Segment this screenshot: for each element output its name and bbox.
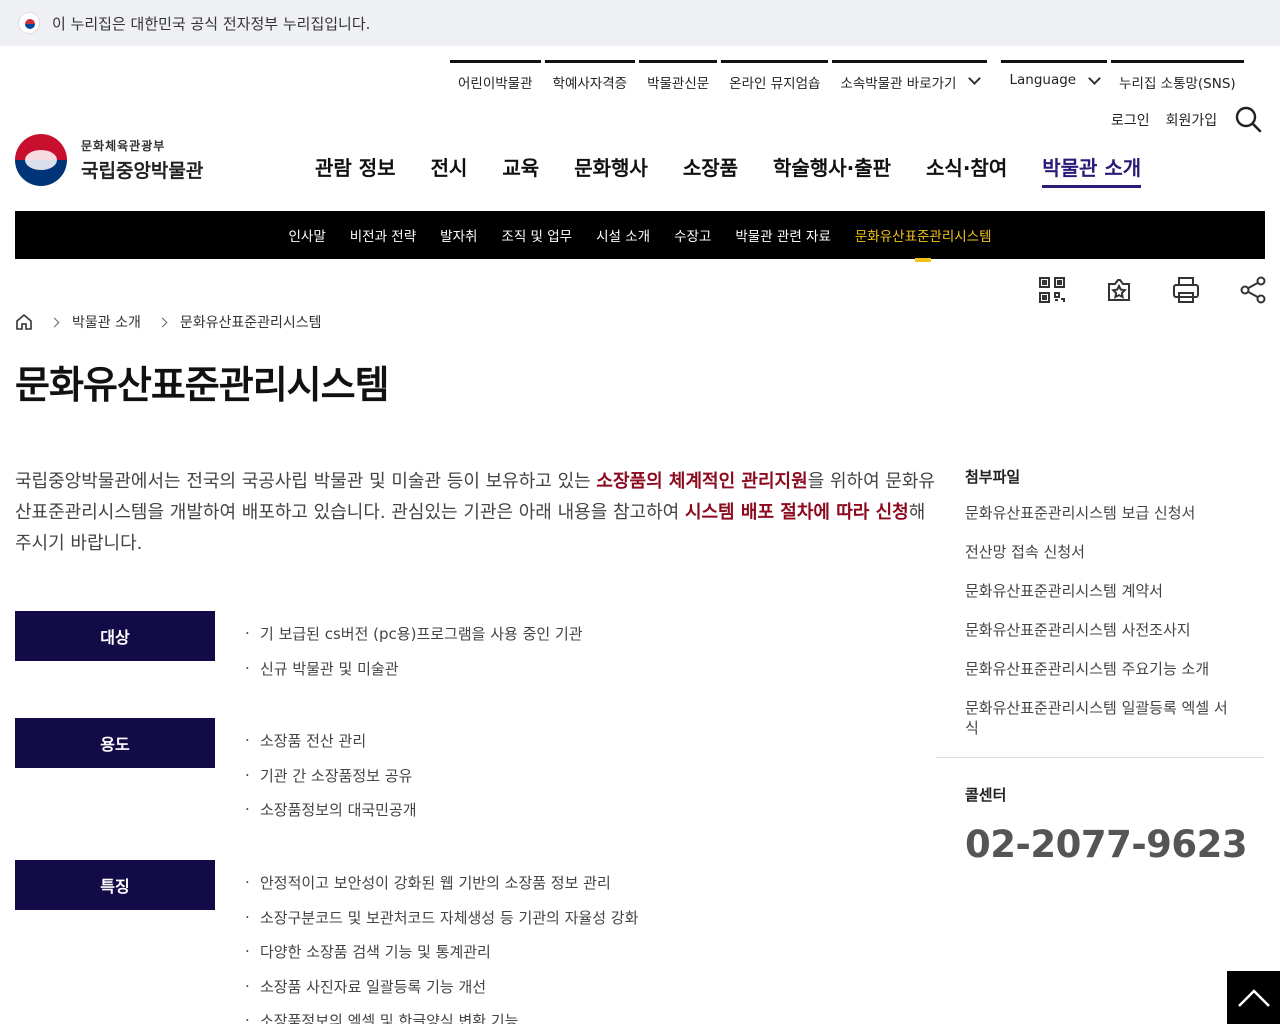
logo-ministry: 문화체육관광부 [81, 139, 166, 153]
list-item: 기관 간 소장품정보 공유 [245, 762, 417, 800]
call-center-number: 02-2077-9623 [965, 823, 1248, 866]
util-link-newspaper[interactable]: 박물관신문 [639, 60, 718, 100]
qr-code-icon[interactable] [1036, 274, 1068, 306]
subnav-museum-materials[interactable]: 박물관 관련 자료 [735, 225, 831, 245]
util-link-curator-license[interactable]: 학예사자격증 [544, 60, 636, 100]
attachment-link[interactable]: 문화유산표준관리시스템 주요기능 소개 [965, 659, 1235, 679]
intro-highlight-1: 소장품의 체계적인 관리지원 [596, 471, 808, 492]
breadcrumb-about[interactable]: 박물관 소개 [72, 312, 141, 332]
gnb-education[interactable]: 교육 [502, 152, 539, 188]
attachment-link[interactable]: 전산망 접속 신청서 [965, 542, 1235, 562]
sub-nav: 인사말 비전과 전략 발자취 조직 및 업무 시설 소개 수장고 박물관 관련 … [15, 211, 1265, 262]
subnav-heritage-system[interactable]: 문화유산표준관리시스템 [855, 225, 992, 262]
gnb-about-museum[interactable]: 박물관 소개 [1042, 152, 1142, 188]
logo-emblem-icon [15, 134, 67, 186]
login-link[interactable]: 로그인 [1111, 110, 1150, 130]
call-center-title: 콜센터 [965, 786, 1007, 804]
breadcrumb: 박물관 소개 문화유산표준관리시스템 [15, 312, 322, 332]
site-logo[interactable]: 문화체육관광부 국립중앙박물관 [15, 134, 203, 186]
subnav-greeting[interactable]: 인사말 [288, 225, 325, 245]
print-icon[interactable] [1170, 274, 1202, 306]
section-label: 용도 [15, 718, 215, 768]
subnav-vision[interactable]: 비전과 전략 [350, 225, 416, 245]
subnav-organization[interactable]: 조직 및 업무 [501, 225, 572, 245]
list-item: 소장품 전산 관리 [245, 727, 417, 765]
list-item: 다양한 소장품 검색 기능 및 통계관리 [245, 938, 638, 976]
sidebar-divider [936, 757, 1264, 758]
chevron-down-icon [968, 72, 982, 85]
section-label: 대상 [15, 611, 215, 661]
list-item: 기 보급된 cs버전 (pc용)프로그램을 사용 중인 기관 [245, 620, 583, 658]
join-link[interactable]: 회원가입 [1166, 110, 1218, 130]
intro-text-1: 국립중앙박물관에서는 전국의 국공사립 박물관 및 미술관 등이 보유하고 있는 [15, 471, 597, 492]
section-label: 특징 [15, 860, 215, 910]
gnb-exhibition[interactable]: 전시 [431, 152, 468, 188]
list-item: 소장품정보의 엑셀 및 한글양식 변환 기능 [245, 1007, 638, 1024]
subnav-facilities[interactable]: 시설 소개 [596, 225, 650, 245]
attachment-list: 문화유산표준관리시스템 보급 신청서 전산망 접속 신청서 문화유산표준관리시스… [965, 503, 1264, 738]
list-item: 신규 박물관 및 미술관 [245, 655, 583, 693]
language-label: Language [1009, 72, 1077, 88]
attachment-link[interactable]: 문화유산표준관리시스템 보급 신청서 [965, 503, 1235, 523]
subnav-storage[interactable]: 수장고 [674, 225, 711, 245]
home-icon[interactable] [15, 313, 33, 331]
gov-banner: 이 누리집은 대한민국 공식 전자정부 누리집입니다. [0, 0, 1280, 46]
bookmark-star-icon[interactable] [1103, 274, 1135, 306]
gnb-events[interactable]: 문화행사 [574, 152, 648, 188]
attachment-link[interactable]: 문화유산표준관리시스템 계약서 [965, 581, 1235, 601]
chevron-down-icon [1088, 72, 1101, 85]
attachment-link[interactable]: 문화유산표준관리시스템 사전조사지 [965, 620, 1235, 640]
attachment-link[interactable]: 문화유산표준관리시스템 일괄등록 엑셀 서식 [965, 698, 1235, 738]
subnav-history[interactable]: 발자취 [440, 225, 477, 245]
util-link-sns[interactable]: 누리집 소통망(SNS) [1111, 60, 1244, 100]
intro-highlight-2: 시스템 배포 절차에 따라 신청 [684, 502, 909, 523]
list-item: 소장구분코드 및 보관처코드 자체생성 등 기관의 자율성 강화 [245, 904, 638, 942]
scroll-top-button[interactable] [1227, 971, 1280, 1024]
util-link-children-museum[interactable]: 어린이박물관 [450, 60, 541, 100]
sidebar-attachments: 첨부파일 문화유산표준관리시스템 보급 신청서 전산망 접속 신청서 문화유산표… [936, 466, 1264, 866]
chevron-right-icon [49, 317, 60, 327]
main-nav: 관람 정보 전시 교육 문화행사 소장품 학술행사·출판 소식·참여 박물관 소… [315, 152, 1176, 188]
page-title: 문화유산표준관리시스템 [15, 363, 390, 407]
utility-nav: 어린이박물관 학예사자격증 박물관신문 온라인 뮤지엄숍 소속박물관 바로가기 … [450, 60, 1248, 100]
attachments-title: 첨부파일 [965, 468, 1021, 486]
language-dropdown[interactable]: Language [1001, 60, 1108, 100]
list-item: 안정적이고 보안성이 강화된 웹 기반의 소장품 정보 관리 [245, 869, 638, 907]
search-icon[interactable] [1234, 105, 1262, 133]
chevron-right-icon [157, 317, 168, 327]
login-links: 로그인 회원가입 [1111, 110, 1233, 130]
util-link-online-shop[interactable]: 온라인 뮤지엄숍 [721, 60, 829, 100]
util-affiliated-museums-dropdown[interactable]: 소속박물관 바로가기 [832, 60, 988, 100]
gov-banner-text: 이 누리집은 대한민국 공식 전자정부 누리집입니다. [52, 14, 371, 33]
korea-flag-icon [18, 12, 40, 34]
breadcrumb-current: 문화유산표준관리시스템 [179, 315, 322, 331]
gnb-news-participation[interactable]: 소식·참여 [926, 152, 1007, 188]
gnb-academic-publication[interactable]: 학술행사·출판 [773, 152, 891, 188]
section-list: 소장품 전산 관리 기관 간 소장품정보 공유 소장품정보의 대국민공개 [245, 727, 417, 834]
arrow-up-icon [1237, 988, 1270, 1007]
list-item: 소장품 사진자료 일괄등록 기능 개선 [245, 973, 638, 1011]
logo-museum-name: 국립중앙박물관 [81, 160, 204, 182]
share-icon[interactable] [1237, 274, 1269, 306]
list-item: 소장품정보의 대국민공개 [245, 796, 417, 834]
section-list: 안정적이고 보안성이 강화된 웹 기반의 소장품 정보 관리 소장구분코드 및 … [245, 869, 638, 1024]
gnb-collection[interactable]: 소장품 [683, 152, 738, 188]
util-affiliated-label: 소속박물관 바로가기 [840, 76, 957, 92]
section-list: 기 보급된 cs버전 (pc용)프로그램을 사용 중인 기관 신규 박물관 및 … [245, 620, 583, 693]
page-tools [1036, 274, 1269, 306]
gnb-visit-info[interactable]: 관람 정보 [315, 152, 396, 188]
intro-paragraph: 국립중앙박물관에서는 전국의 국공사립 박물관 및 미술관 등이 보유하고 있는… [15, 466, 940, 559]
